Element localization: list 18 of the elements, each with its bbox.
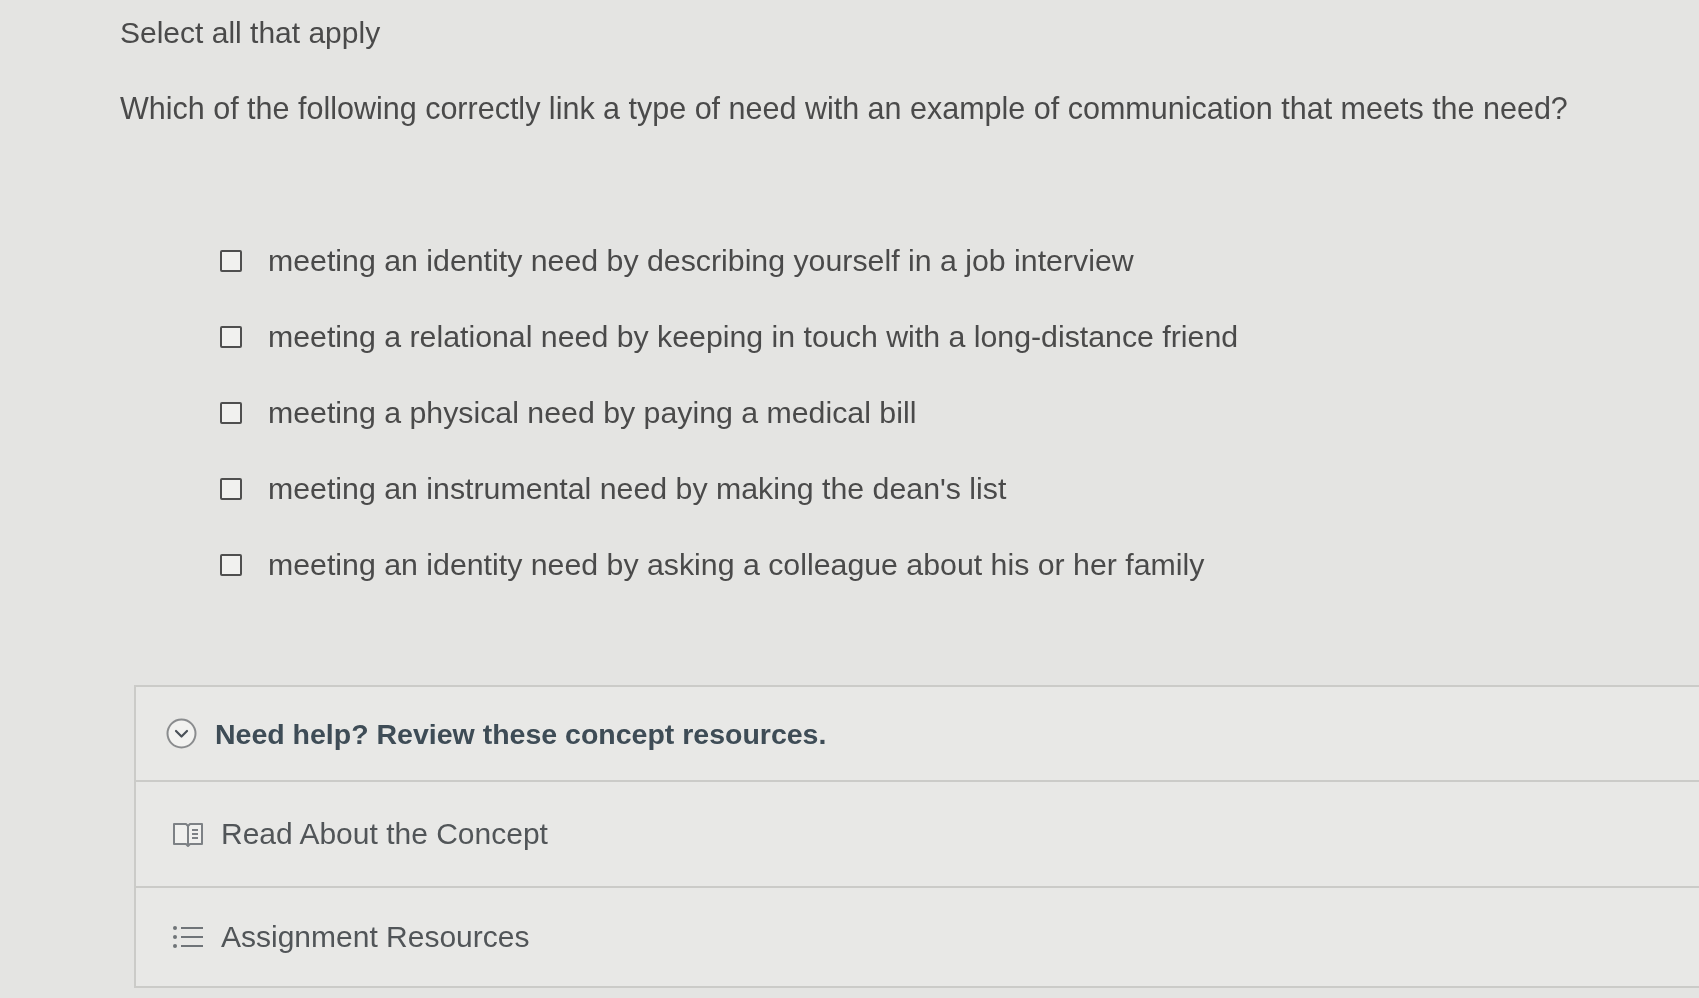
- checkbox[interactable]: [220, 326, 242, 348]
- resource-link[interactable]: Read About the Concept: [172, 816, 548, 852]
- checkbox[interactable]: [220, 250, 242, 272]
- instruction-text: Select all that apply: [120, 16, 381, 50]
- resource-link[interactable]: Assignment Resources: [172, 919, 530, 955]
- list-icon: [172, 923, 204, 951]
- book-icon: [172, 820, 204, 848]
- option-label[interactable]: meeting a relational need by keeping in touch with a long-distance friend: [268, 318, 1239, 356]
- checkbox[interactable]: [220, 402, 242, 424]
- question-text: Which of the following correctly link a type of need with an example of communication that meets the need?: [120, 90, 1568, 127]
- chevron-circle-icon: [166, 718, 197, 749]
- checkbox[interactable]: [220, 554, 242, 576]
- option-label[interactable]: meeting an identity need by asking a colleague about his or her family: [268, 546, 1205, 584]
- option-label[interactable]: meeting a physical need by paying a medical bill: [268, 394, 917, 432]
- checkbox[interactable]: [220, 478, 242, 500]
- help-toggle-button[interactable]: Need help? Review these concept resources.: [166, 715, 827, 752]
- option-label[interactable]: meeting an instrumental need by making the dean's list: [268, 470, 1007, 508]
- option-label[interactable]: meeting an identity need by describing yourself in a job interview: [268, 242, 1134, 280]
